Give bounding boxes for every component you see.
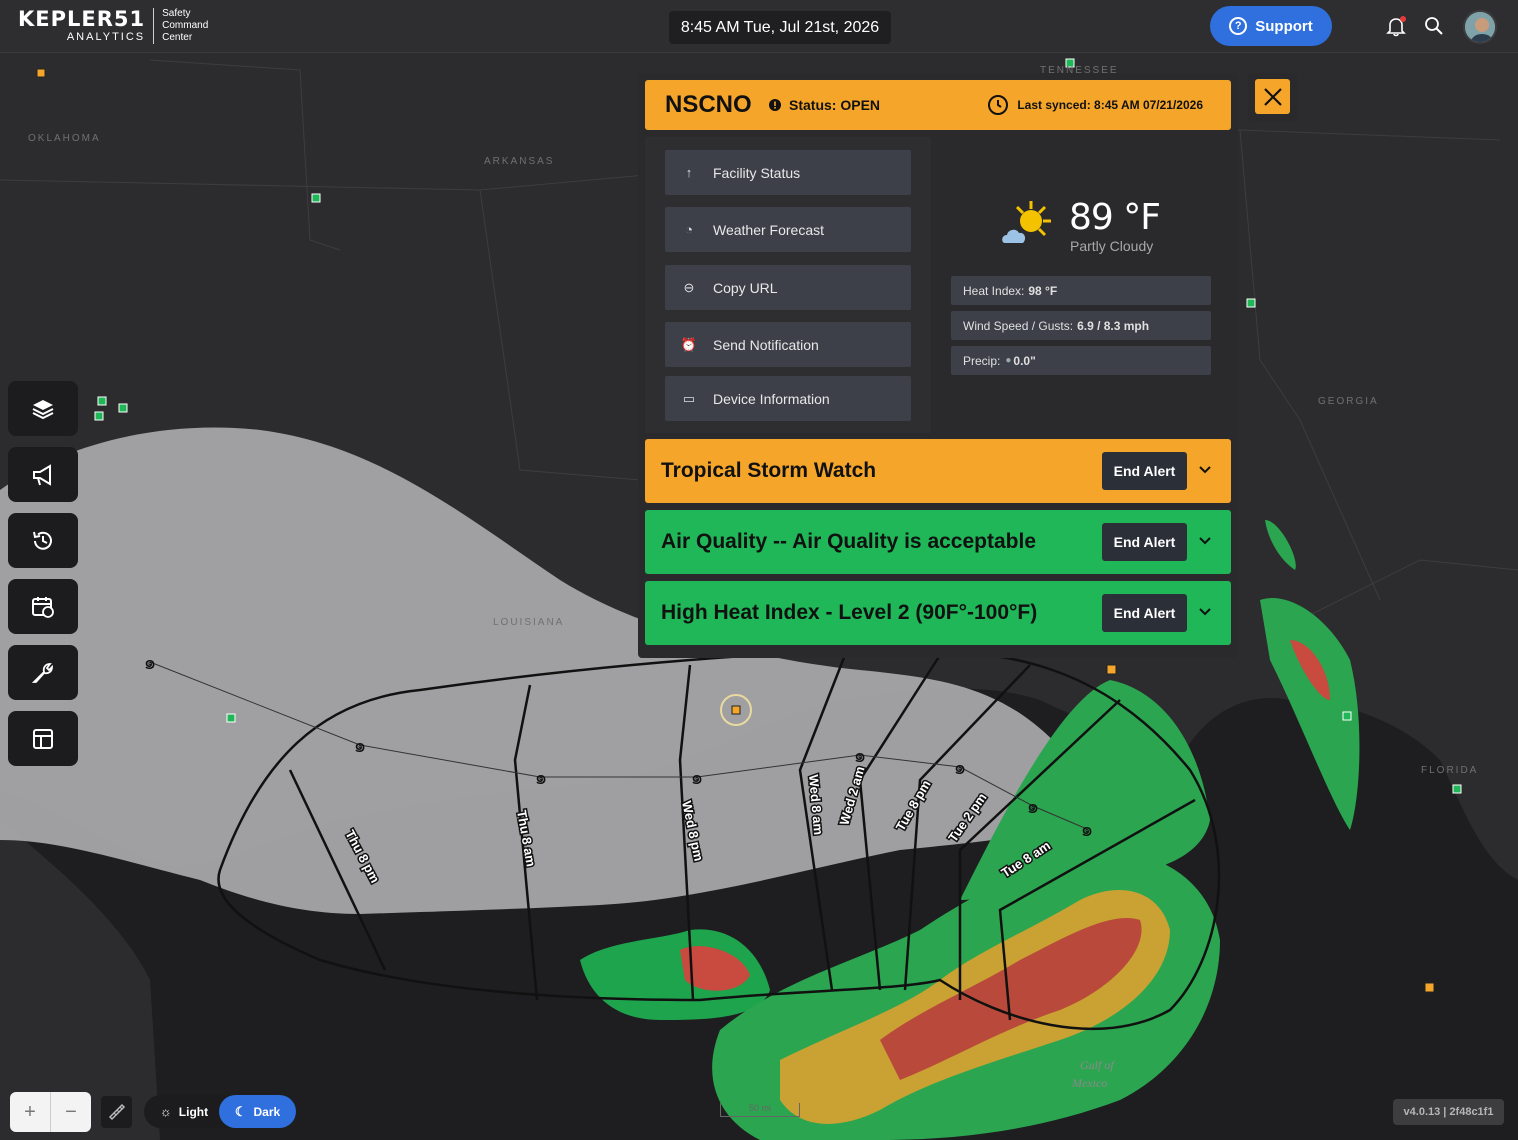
- svg-text:๑: ๑: [1027, 794, 1040, 818]
- svg-text:๑: ๑: [1081, 817, 1094, 841]
- device-information-button[interactable]: ▭ Device Information: [665, 376, 911, 421]
- moon-icon: ☾: [234, 1103, 247, 1119]
- brand-sub: ANALYTICS: [66, 31, 146, 43]
- layout-icon: [33, 728, 53, 749]
- clock-icon: [988, 95, 1009, 115]
- logo-divider: [153, 8, 155, 44]
- close-panel-container: [1248, 73, 1297, 121]
- map-label-oklahoma: OKLAHOMA: [28, 133, 101, 144]
- avatar-image: [1465, 12, 1495, 42]
- brand-logo[interactable]: KEPLER51 ANALYTICS Safety Command Center: [18, 8, 208, 44]
- layers-button[interactable]: [8, 381, 78, 436]
- temperature: 89 °F: [1069, 197, 1161, 238]
- history-icon: [33, 531, 52, 550]
- map-scale: 50 mi: [720, 1103, 800, 1117]
- weather-forecast-button[interactable]: ◔ Weather Forecast: [665, 207, 911, 252]
- map-label-arkansas: ARKANSAS: [484, 156, 554, 167]
- arrow-up-icon: ↑: [685, 165, 693, 180]
- alert-heat-index[interactable]: High Heat Index - Level 2 (90F°-100°F) E…: [645, 581, 1231, 645]
- heat-index-row: Heat Index: 98 °F: [951, 276, 1211, 305]
- brand-name: KEPLER51: [18, 7, 146, 31]
- last-synced: Last synced: 8:45 AM 07/21/2026: [987, 94, 1203, 116]
- svg-text:๑: ๑: [691, 765, 704, 789]
- current-datetime: 8:45 AM Tue, Jul 21st, 2026: [669, 11, 891, 44]
- dashboard-button[interactable]: [8, 711, 78, 766]
- help-icon: ?: [1229, 17, 1248, 35]
- svg-text:๑: ๑: [354, 733, 367, 757]
- history-button[interactable]: [8, 513, 78, 568]
- wind-value: 6.9 / 8.3 mph: [1077, 318, 1150, 333]
- gauge-icon: ◔: [685, 222, 693, 237]
- theme-dark-button[interactable]: ☾ Dark: [219, 1095, 296, 1128]
- end-alert-button[interactable]: End Alert: [1102, 523, 1187, 561]
- map-label-gulf: Gulf of: [1080, 1058, 1115, 1072]
- copy-url-button[interactable]: ⊖ Copy URL: [665, 265, 911, 310]
- version-badge: v4.0.13 | 2f48c1f1: [1393, 1099, 1504, 1125]
- bell-icon[interactable]: [1385, 15, 1407, 37]
- zoom-control: + −: [10, 1092, 91, 1132]
- theme-light-button[interactable]: ☼ Light: [150, 1095, 218, 1128]
- end-alert-button[interactable]: End Alert: [1102, 452, 1187, 490]
- app-root: { "header": { "brand_name": "KEPLER51", …: [0, 0, 1518, 1140]
- facility-header: NSCNO Status: OPEN Last synced: 8:45 AM …: [645, 80, 1231, 130]
- weather-summary: 89 °F Partly Cloudy Heat Index: 98 °F Wi…: [931, 137, 1231, 433]
- facility-status: Status: OPEN: [769, 97, 880, 113]
- facility-menu: ↑ Facility Status ◔ Weather Forecast ⊖ C…: [645, 137, 931, 433]
- precip-row: Precip: ● 0.0": [951, 346, 1211, 375]
- precip-value: 0.0": [1013, 353, 1036, 368]
- alert-air-quality[interactable]: Air Quality -- Air Quality is acceptable…: [645, 510, 1231, 574]
- map-label-georgia: GEORGIA: [1318, 396, 1379, 407]
- top-bar: KEPLER51 ANALYTICS Safety Command Center…: [0, 0, 1518, 53]
- facility-code: NSCNO: [665, 91, 752, 118]
- support-label: Support: [1255, 17, 1313, 35]
- chevron-down-icon[interactable]: [1197, 461, 1213, 477]
- close-icon: [1263, 87, 1282, 106]
- alert-title: High Heat Index - Level 2 (90F°-100°F): [661, 601, 1038, 624]
- zoom-out-button[interactable]: −: [51, 1092, 91, 1132]
- device-info-icon: ▭: [682, 390, 696, 406]
- alert-circle-icon: [769, 99, 781, 111]
- measure-button[interactable]: [101, 1096, 132, 1128]
- schedule-button[interactable]: [8, 579, 78, 634]
- alert-title: Air Quality -- Air Quality is acceptable: [661, 530, 1036, 553]
- wrench-icon: [31, 662, 53, 683]
- svg-text:๑: ๑: [144, 650, 157, 674]
- chevron-down-icon[interactable]: [1197, 603, 1213, 619]
- alert-title: Tropical Storm Watch: [661, 459, 877, 482]
- end-alert-button[interactable]: End Alert: [1102, 594, 1187, 632]
- sun-icon: ☼: [159, 1104, 172, 1119]
- svg-text:๑: ๑: [854, 743, 867, 767]
- map-label-louisiana: LOUISIANA: [493, 617, 564, 628]
- weather-condition: Partly Cloudy: [1070, 238, 1154, 254]
- calendar-clock-icon: [32, 596, 54, 618]
- svg-text:๑: ๑: [954, 755, 967, 779]
- link-icon: ⊖: [683, 279, 695, 295]
- user-avatar[interactable]: [1463, 10, 1497, 44]
- megaphone-icon: [33, 463, 51, 486]
- facility-status-button[interactable]: ↑ Facility Status: [665, 150, 911, 195]
- announcements-button[interactable]: [8, 447, 78, 502]
- map-label-mexico: Mexico: [1071, 1076, 1107, 1090]
- droplet-icon: ●: [1005, 355, 1012, 366]
- ruler-icon: [108, 1103, 125, 1121]
- facility-panel: NSCNO Status: OPEN Last synced: 8:45 AM …: [638, 73, 1238, 658]
- send-notification-button[interactable]: ⏰ Send Notification: [665, 322, 911, 367]
- tools-button[interactable]: [8, 645, 78, 700]
- brand-tagline: Safety Command Center: [162, 8, 209, 43]
- heat-index-value: 98 °F: [1028, 283, 1058, 298]
- svg-text:๑: ๑: [535, 765, 548, 789]
- layers-icon: [32, 399, 54, 419]
- close-panel-button[interactable]: [1255, 79, 1290, 114]
- alarm-icon: ⏰: [680, 336, 698, 352]
- theme-toggle: ☼ Light ☾ Dark: [144, 1095, 296, 1128]
- support-button[interactable]: ? Support: [1210, 6, 1332, 46]
- wind-row: Wind Speed / Gusts: 6.9 / 8.3 mph: [951, 311, 1211, 340]
- map-label-florida: FLORIDA: [1421, 765, 1478, 776]
- search-icon[interactable]: [1423, 15, 1445, 37]
- chevron-down-icon[interactable]: [1197, 532, 1213, 548]
- zoom-in-button[interactable]: +: [10, 1092, 51, 1132]
- partly-cloudy-icon: [1002, 201, 1051, 243]
- alert-tropical-storm[interactable]: Tropical Storm Watch End Alert: [645, 439, 1231, 503]
